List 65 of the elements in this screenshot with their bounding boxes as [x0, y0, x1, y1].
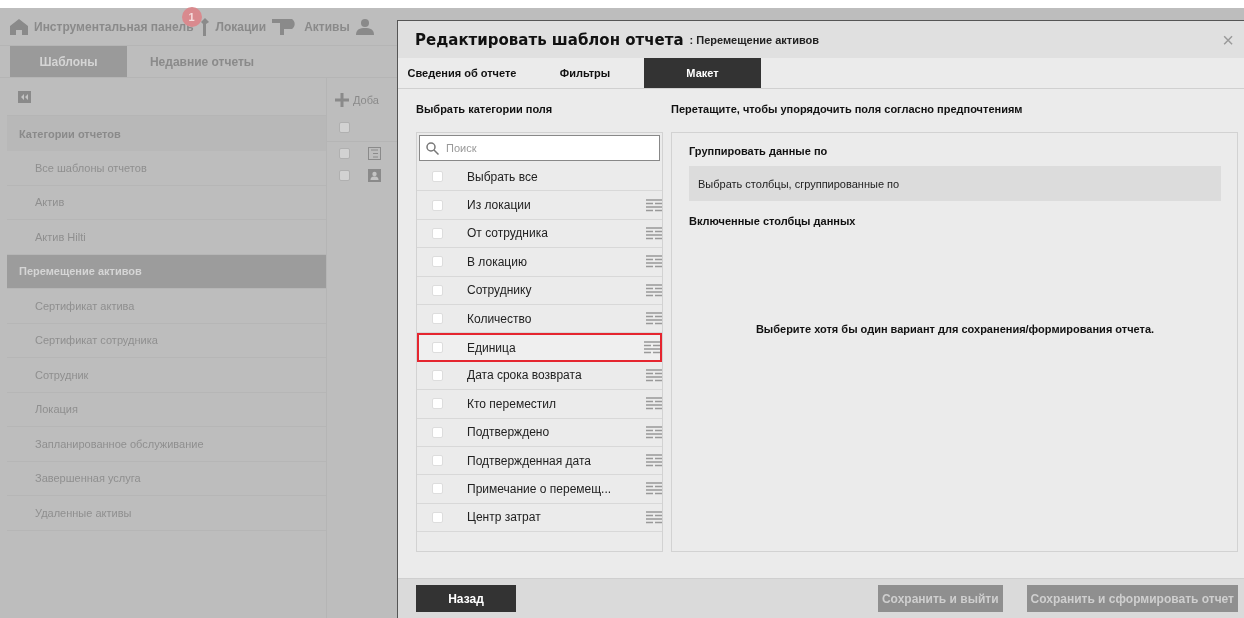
- person-icon: [355, 18, 374, 35]
- field-label: Центр затрат: [467, 510, 542, 525]
- drag-handle-icon[interactable]: [646, 368, 662, 382]
- drag-handle-icon[interactable]: [644, 341, 660, 355]
- drag-handle-icon[interactable]: [646, 425, 662, 439]
- field-label: От сотрудника: [467, 226, 549, 241]
- tab[interactable]: Сведения об отчете: [398, 58, 526, 88]
- drag-handle-icon[interactable]: [646, 397, 662, 411]
- field-label: Из локации: [467, 198, 532, 213]
- checkbox[interactable]: [432, 511, 443, 523]
- empty-message: Выберите хотя бы один вариант для сохранения/формирования отчета.: [755, 323, 1155, 335]
- drag-handle-icon[interactable]: [646, 312, 662, 326]
- drag-handle-icon[interactable]: [646, 283, 662, 297]
- plus-icon[interactable]: [335, 93, 349, 107]
- checkbox[interactable]: [432, 342, 443, 354]
- field-label: Количество: [467, 311, 533, 326]
- checkbox[interactable]: [432, 426, 443, 438]
- checkbox[interactable]: [432, 398, 443, 410]
- field-label: Подтверждено: [467, 425, 551, 440]
- tab[interactable]: Макет: [644, 58, 761, 88]
- sidebar-item[interactable]: Перемещение активов: [7, 254, 326, 289]
- search-icon: [426, 142, 439, 155]
- checkbox[interactable]: [432, 455, 443, 467]
- field-label: Сотруднику: [467, 283, 533, 298]
- checkbox[interactable]: [432, 171, 443, 183]
- drag-handle-icon[interactable]: [646, 482, 662, 496]
- checkbox[interactable]: [432, 227, 443, 239]
- person-card-icon: [368, 168, 381, 182]
- back-button[interactable]: Назад: [416, 585, 516, 612]
- checkbox[interactable]: [432, 313, 443, 325]
- checkbox[interactable]: [339, 169, 350, 181]
- search-field[interactable]: Поиск: [419, 135, 660, 161]
- tab[interactable]: Фильтры: [526, 58, 644, 88]
- tab[interactable]: Шаблоны: [10, 46, 127, 77]
- section-heading: Выбрать категории поля: [416, 103, 554, 115]
- drag-handle-icon[interactable]: [646, 255, 662, 269]
- pin-icon: [199, 17, 210, 36]
- field-label: Выбрать все: [467, 169, 539, 184]
- checkbox[interactable]: [432, 483, 443, 495]
- field-label: Подтвержденная дата: [467, 453, 593, 468]
- checkbox[interactable]: [339, 122, 350, 133]
- drag-handle-icon[interactable]: [646, 454, 662, 468]
- drag-handle-icon[interactable]: [646, 198, 662, 212]
- section-heading: Включенные столбцы данных: [689, 215, 857, 227]
- checkbox[interactable]: [432, 284, 443, 296]
- checkbox[interactable]: [339, 147, 350, 159]
- section-heading: Перетащите, чтобы упорядочить поля согласно предпочтениям: [671, 103, 1024, 115]
- group-by-field[interactable]: Выбрать столбцы, сгруппированные по: [689, 166, 1221, 201]
- checkbox[interactable]: [432, 256, 443, 268]
- list-icon: [368, 146, 381, 160]
- field-label: Примечание о перемещ...: [467, 482, 613, 496]
- checkbox[interactable]: [432, 369, 443, 381]
- section-heading: Группировать данные по: [689, 145, 829, 157]
- field-label: В локацию: [467, 254, 528, 269]
- field-label: Дата срока возврата: [467, 368, 583, 383]
- drag-handle-icon[interactable]: [646, 226, 662, 240]
- field-label: Кто переместил: [467, 396, 557, 411]
- field-label: Единица: [467, 340, 517, 355]
- home-icon: [10, 18, 28, 35]
- close-button[interactable]: ×: [1218, 29, 1238, 52]
- collapse-icon[interactable]: [18, 90, 31, 103]
- dialog-title: Редактировать шаблон отчета: [415, 30, 684, 49]
- dialog-subtitle: : Перемещение активов: [689, 33, 820, 46]
- drag-handle-icon[interactable]: [646, 510, 662, 524]
- checkbox[interactable]: [432, 199, 443, 211]
